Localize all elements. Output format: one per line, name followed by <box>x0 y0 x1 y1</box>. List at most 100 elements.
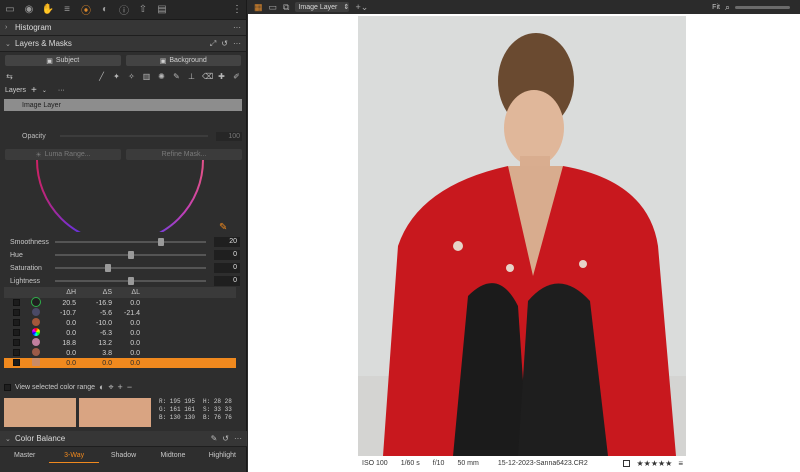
eraser-icon[interactable]: ⌫ <box>202 72 213 81</box>
row-checkbox[interactable] <box>13 338 20 346</box>
linear-gradient-icon[interactable]: ▥ <box>142 72 151 81</box>
export-icon[interactable]: ⇧ <box>137 4 149 16</box>
table-row[interactable]: -10.7 -5.6 -21.4 <box>4 308 236 318</box>
menu-icon[interactable]: ≡ <box>678 459 683 468</box>
add-icon[interactable]: + <box>118 382 123 392</box>
layers-masks-header[interactable]: ⌄ Layers & Masks ⤢ ↺ ··· <box>0 36 246 52</box>
add-layer-button[interactable]: + <box>31 85 37 96</box>
more-icon[interactable]: ··· <box>233 39 241 49</box>
table-row[interactable]: 0.0 3.8 0.0 <box>4 348 236 358</box>
more-icon[interactable]: ⋮ <box>232 4 242 15</box>
row-checkbox[interactable] <box>13 358 20 366</box>
luma-range-button[interactable]: ☀ Luma Range... <box>5 149 121 160</box>
table-row[interactable]: 0.0 -10.0 0.0 <box>4 318 236 328</box>
table-row[interactable]: 0.0 0.0 0.0 <box>4 358 236 368</box>
color-range-swatch[interactable] <box>32 348 40 356</box>
slider-knob[interactable] <box>127 277 134 285</box>
color-range-swatch[interactable] <box>32 308 40 316</box>
row-checkbox[interactable] <box>13 308 20 316</box>
compare-view-icon[interactable]: ⧉ <box>283 2 289 13</box>
eyedropper-add-icon[interactable]: ⌖ <box>108 382 113 393</box>
zoom-slider[interactable] <box>735 5 790 9</box>
reset-icon[interactable]: ↺ <box>222 434 229 443</box>
grid-view-icon[interactable]: ▦ <box>254 2 263 13</box>
slider-value[interactable]: 0 <box>214 276 240 286</box>
folder-icon[interactable]: ▭ <box>4 4 16 16</box>
table-row[interactable]: 0.0 -6.3 0.0 <box>4 328 236 338</box>
eyedropper-icon[interactable]: ✎ <box>219 222 227 233</box>
opacity-slider[interactable] <box>59 135 208 137</box>
slider-value[interactable]: 0 <box>214 250 240 260</box>
main-photo[interactable] <box>358 16 686 456</box>
more-icon[interactable]: ··· <box>58 87 65 94</box>
color-range-swatch[interactable] <box>32 318 40 326</box>
color-icon[interactable]: ⦿ <box>80 4 92 17</box>
row-checkbox[interactable] <box>13 318 20 326</box>
pen-icon[interactable]: ✎ <box>172 72 181 81</box>
slider-track[interactable] <box>55 264 206 272</box>
view-range-checkbox[interactable] <box>4 383 11 391</box>
color-wheel[interactable] <box>30 160 210 232</box>
color-range-swatch[interactable] <box>32 338 40 346</box>
slider-knob[interactable] <box>157 238 164 246</box>
row-checkbox[interactable] <box>13 298 20 306</box>
add-layer-icon[interactable]: +⌄ <box>355 2 368 13</box>
table-row[interactable]: 20.5 -16.9 0.0 <box>4 298 236 308</box>
radial-gradient-icon[interactable]: ✺ <box>157 72 166 81</box>
refine-mask-button[interactable]: Refine Mask... <box>126 149 242 160</box>
magic-wand-icon[interactable]: ✧ <box>127 72 136 81</box>
brush-icon[interactable]: ╱ <box>97 72 106 81</box>
tab-3-way[interactable]: 3-Way <box>49 449 99 463</box>
magic-brush-icon[interactable]: ✦ <box>112 72 121 81</box>
slider-value[interactable]: 0 <box>214 263 240 273</box>
chevron-down-icon[interactable]: ⌄ <box>42 87 47 94</box>
color-range-swatch[interactable] <box>32 298 40 306</box>
row-checkbox[interactable] <box>13 348 20 356</box>
more-icon[interactable]: ··· <box>234 434 242 443</box>
color-balance-header[interactable]: ⌄ Color Balance ✎ ↺ ··· <box>0 431 247 447</box>
remove-icon[interactable]: − <box>127 382 132 392</box>
table-row[interactable]: 18.8 13.2 0.0 <box>4 338 236 348</box>
viewer: ▦ ▭ ⧉ Image Layer ⇕ +⌄ Fit ⌕ ISO 100 1/6… <box>248 0 800 472</box>
fit-label[interactable]: Fit <box>712 4 720 11</box>
histogram-header[interactable]: › Histogram ··· <box>0 20 246 36</box>
slider-track[interactable] <box>55 277 206 285</box>
layer-select[interactable]: Image Layer ⇕ <box>295 2 350 12</box>
slider-track[interactable] <box>55 251 206 259</box>
select-checkbox[interactable] <box>623 459 631 467</box>
star-rating[interactable]: ★★★★★ <box>636 459 672 468</box>
reset-icon[interactable]: ↺ <box>221 39 228 49</box>
color-range-swatch[interactable] <box>32 328 40 336</box>
background-button[interactable]: ▣ Background <box>125 55 241 66</box>
hand-icon[interactable]: ✋ <box>42 4 54 16</box>
tab-master[interactable]: Master <box>0 449 49 463</box>
slider-value[interactable]: 20 <box>214 237 240 247</box>
tab-highlight[interactable]: Highlight <box>198 449 247 463</box>
tab-shadow[interactable]: Shadow <box>99 449 148 463</box>
clone-icon[interactable]: ✐ <box>232 72 241 81</box>
single-view-icon[interactable]: ▭ <box>269 2 278 13</box>
stamp-icon[interactable]: ⊥ <box>187 72 196 81</box>
opacity-value[interactable]: 100 <box>216 131 242 141</box>
layer-item-image-layer[interactable]: Image Layer <box>4 99 242 111</box>
color-range-swatch[interactable] <box>32 358 40 366</box>
heal-icon[interactable]: ✚ <box>217 72 226 81</box>
more-icon[interactable]: ··· <box>233 23 241 32</box>
tab-midtone[interactable]: Midtone <box>148 449 197 463</box>
camera-icon[interactable]: ◉ <box>23 4 35 16</box>
subject-button[interactable]: ▣ Subject <box>5 55 121 66</box>
swap-icon[interactable]: ⇆ <box>5 72 14 81</box>
zoom-icon[interactable]: ⌕ <box>725 2 730 13</box>
lens-icon[interactable]: ◐ <box>99 4 111 16</box>
slider-knob[interactable] <box>104 264 111 272</box>
row-checkbox[interactable] <box>13 328 20 336</box>
sliders-icon[interactable]: ≡ <box>61 4 73 16</box>
picker-icon[interactable]: ◐ <box>99 382 104 392</box>
slider-knob[interactable] <box>127 251 134 259</box>
info-icon[interactable]: ⓘ <box>118 4 130 17</box>
eyedropper-icon[interactable]: ✎ <box>211 434 218 443</box>
delta-s: -16.9 <box>96 299 112 307</box>
expand-icon[interactable]: ⤢ <box>210 39 216 49</box>
batch-icon[interactable]: ▤ <box>156 4 168 16</box>
slider-track[interactable] <box>55 238 206 246</box>
